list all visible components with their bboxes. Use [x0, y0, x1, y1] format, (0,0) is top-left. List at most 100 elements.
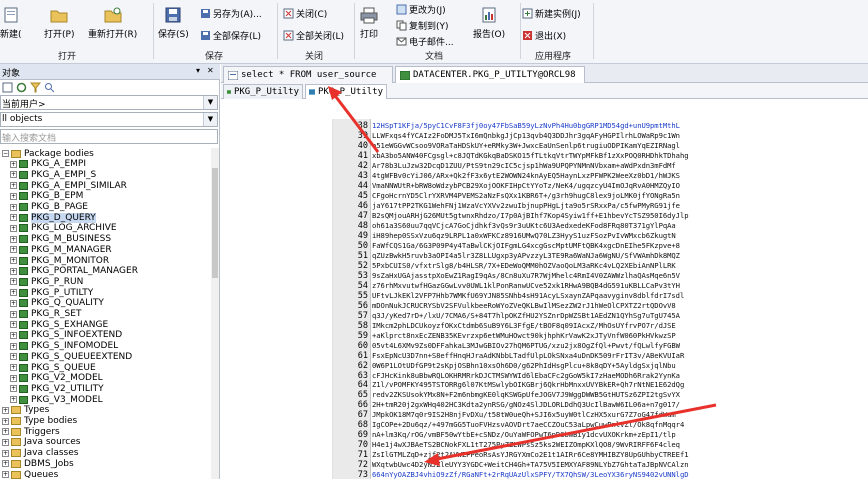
new-object-icon[interactable] [2, 82, 13, 93]
expand-toggle-icon[interactable]: + [10, 246, 17, 254]
tree-item[interactable]: + PKG_Q_QUALITY [10, 298, 104, 309]
expand-toggle-icon[interactable]: + [10, 364, 17, 371]
tree-item[interactable]: + PKG_P_UTILTY [10, 287, 93, 298]
tree-folder[interactable]: + Java classes [2, 448, 78, 459]
code-editor[interactable]: 38 39 40 41 42 43 44 45 46 47 48 49 50 51 52 53 54 55 56 57… [221, 99, 868, 479]
save-as-button[interactable]: 另存为(A)... [200, 7, 262, 20]
tree-item[interactable]: + PKG_B_EPM [10, 191, 83, 202]
tree-item[interactable]: + PKG_V2_UTILITY [10, 383, 104, 394]
tree-folder[interactable]: + Type bodies [2, 416, 77, 427]
expand-toggle-icon[interactable]: + [10, 160, 17, 168]
tree-folder[interactable]: + Java sources [2, 437, 80, 448]
expand-toggle-icon[interactable]: + [10, 310, 17, 318]
expand-toggle-icon[interactable]: + [2, 428, 9, 436]
save-as-label: 另存为(A)... [213, 10, 262, 20]
chevron-down-icon[interactable]: ▼ [203, 113, 217, 126]
expand-toggle-icon[interactable]: + [2, 438, 9, 446]
expand-toggle-icon[interactable]: + [10, 235, 17, 243]
new-instance-button[interactable]: 新建实例(J) [522, 7, 581, 20]
expand-toggle-icon[interactable]: + [10, 203, 17, 211]
expand-toggle-icon[interactable]: + [2, 406, 9, 414]
tree-item[interactable]: + PKG_V3_MODEL [10, 394, 103, 405]
tree-item[interactable]: + PKG_S_EXHANGE [10, 319, 108, 330]
expand-toggle-icon[interactable]: + [10, 267, 17, 275]
expand-toggle-icon[interactable]: − [2, 150, 9, 157]
tree-item[interactable]: + PKG_M_MONITOR [10, 255, 109, 266]
copy-to-button[interactable]: 复制到(Y) [396, 19, 449, 32]
tree-item[interactable]: + PKG_S_INFOEXTEND [10, 330, 122, 341]
expand-toggle-icon[interactable]: + [10, 353, 17, 361]
expand-toggle-icon[interactable]: + [10, 331, 17, 339]
close-panel-icon[interactable]: ✕ [207, 66, 214, 75]
expand-toggle-icon[interactable]: + [10, 257, 17, 264]
user-combo[interactable]: 当前用户> ▼ [0, 95, 218, 110]
find-icon[interactable] [44, 82, 55, 93]
close-all-button[interactable]: 全部关闭(L) [283, 29, 344, 42]
expand-toggle-icon[interactable]: + [10, 396, 17, 404]
expand-toggle-icon[interactable]: + [10, 214, 17, 222]
tree-item[interactable]: + PKG_LOG_ARCHIVE [10, 223, 117, 234]
tree-item[interactable]: + PKG_PORTAL_MANAGER [10, 266, 138, 277]
expand-toggle-icon[interactable]: + [10, 385, 17, 393]
code-text-area[interactable]: 12HSpT1KFja/5pyC1CvF8F3fj0oy47FbSaB59yLz… [372, 119, 868, 479]
save-all-button[interactable]: 全部保存(L) [200, 29, 261, 42]
tree-folder[interactable]: + DBMS_Jobs [2, 458, 74, 469]
tab-pkg-body[interactable]: PKG_P_Utilty [305, 84, 387, 99]
expand-toggle-icon[interactable]: + [10, 289, 17, 297]
code-line: 12HSpT1KFja/5pyC1CvF8F3fj0oy47FbSaB59yLz… [372, 121, 680, 130]
expand-toggle-icon[interactable]: + [10, 171, 17, 179]
expand-toggle-icon[interactable]: + [10, 321, 17, 329]
tree-item[interactable]: + PKG_A_EMPI_S [10, 169, 96, 180]
line-number: 47 [357, 210, 368, 221]
tree-folder[interactable]: − Package bodies [2, 148, 94, 159]
tab-sql-window[interactable]: select * FROM user_source [223, 66, 393, 83]
tree-item[interactable]: + PKG_A_EMPI [10, 159, 86, 170]
tree-item[interactable]: + PKG_M_BUSINESS [10, 234, 111, 245]
tab-package-editor[interactable]: DATACENTER.PKG_P_UTILTY@ORCL98 [395, 66, 585, 83]
reopen-button[interactable]: 重新打开(R) [88, 6, 137, 40]
filter-icon[interactable] [30, 82, 41, 93]
expand-toggle-icon[interactable]: + [10, 182, 17, 190]
tree-folder[interactable]: + Queues [2, 469, 58, 479]
email-button[interactable]: 电子邮件... [396, 35, 454, 48]
tree-item[interactable]: + PKG_D_QUERY [10, 212, 96, 223]
expand-toggle-icon[interactable]: + [10, 342, 17, 350]
tree-item[interactable]: + PKG_M_MANAGER [10, 244, 112, 255]
expand-toggle-icon[interactable]: + [10, 278, 17, 286]
exit-button[interactable]: 退出(X) [522, 29, 566, 42]
tree-item[interactable]: + PKG_A_EMPI_SIMILAR [10, 180, 127, 191]
line-number: 64 [357, 380, 368, 391]
expand-toggle-icon[interactable]: + [10, 224, 17, 232]
tree-item[interactable]: + PKG_S_QUEUE [10, 362, 96, 373]
tree-item[interactable]: + PKG_P_RUN [10, 276, 83, 287]
expand-toggle-icon[interactable]: + [2, 449, 9, 457]
tab-pkg-spec[interactable]: PKG_P_Utilty [223, 84, 303, 99]
tree-item[interactable]: + PKG_S_QUEUEEXTEND [10, 351, 132, 362]
report-button[interactable]: 报告(O) [473, 6, 505, 40]
pin-icon[interactable]: ▾ [196, 66, 200, 75]
print-button[interactable]: 打印 [360, 6, 378, 40]
expand-toggle-icon[interactable]: + [2, 460, 9, 468]
tree-item[interactable]: + PKG_R_SET [10, 309, 81, 320]
change-to-button[interactable]: 更改为(J) [396, 3, 446, 16]
scrollbar-thumb[interactable] [212, 168, 218, 278]
expand-toggle-icon[interactable]: + [10, 299, 17, 307]
tree-item[interactable]: + PKG_V2_MODEL [10, 373, 103, 384]
tree-item[interactable]: + PKG_B_PAGE [10, 202, 88, 213]
search-input[interactable]: 输入搜索文档 [0, 129, 218, 144]
new-button[interactable]: 新建( [0, 6, 22, 40]
expand-toggle-icon[interactable]: + [10, 374, 17, 382]
refresh-icon[interactable] [16, 82, 27, 93]
open-button[interactable]: 打开(P) [44, 6, 74, 40]
tree-folder[interactable]: + Types [2, 405, 49, 416]
chevron-down-icon[interactable]: ▼ [203, 96, 217, 109]
tree-item[interactable]: + PKG_S_INFOMODEL [10, 341, 118, 352]
tree-folder[interactable]: + Triggers [2, 426, 60, 437]
expand-toggle-icon[interactable]: + [10, 192, 17, 200]
save-button[interactable]: 保存(S) [158, 6, 189, 40]
objects-combo[interactable]: ll objects ▼ [0, 112, 218, 127]
tree-scrollbar[interactable] [211, 148, 219, 479]
expand-toggle-icon[interactable]: + [2, 417, 9, 425]
expand-toggle-icon[interactable]: + [2, 471, 9, 478]
close-button[interactable]: 关闭(C) [283, 7, 327, 20]
